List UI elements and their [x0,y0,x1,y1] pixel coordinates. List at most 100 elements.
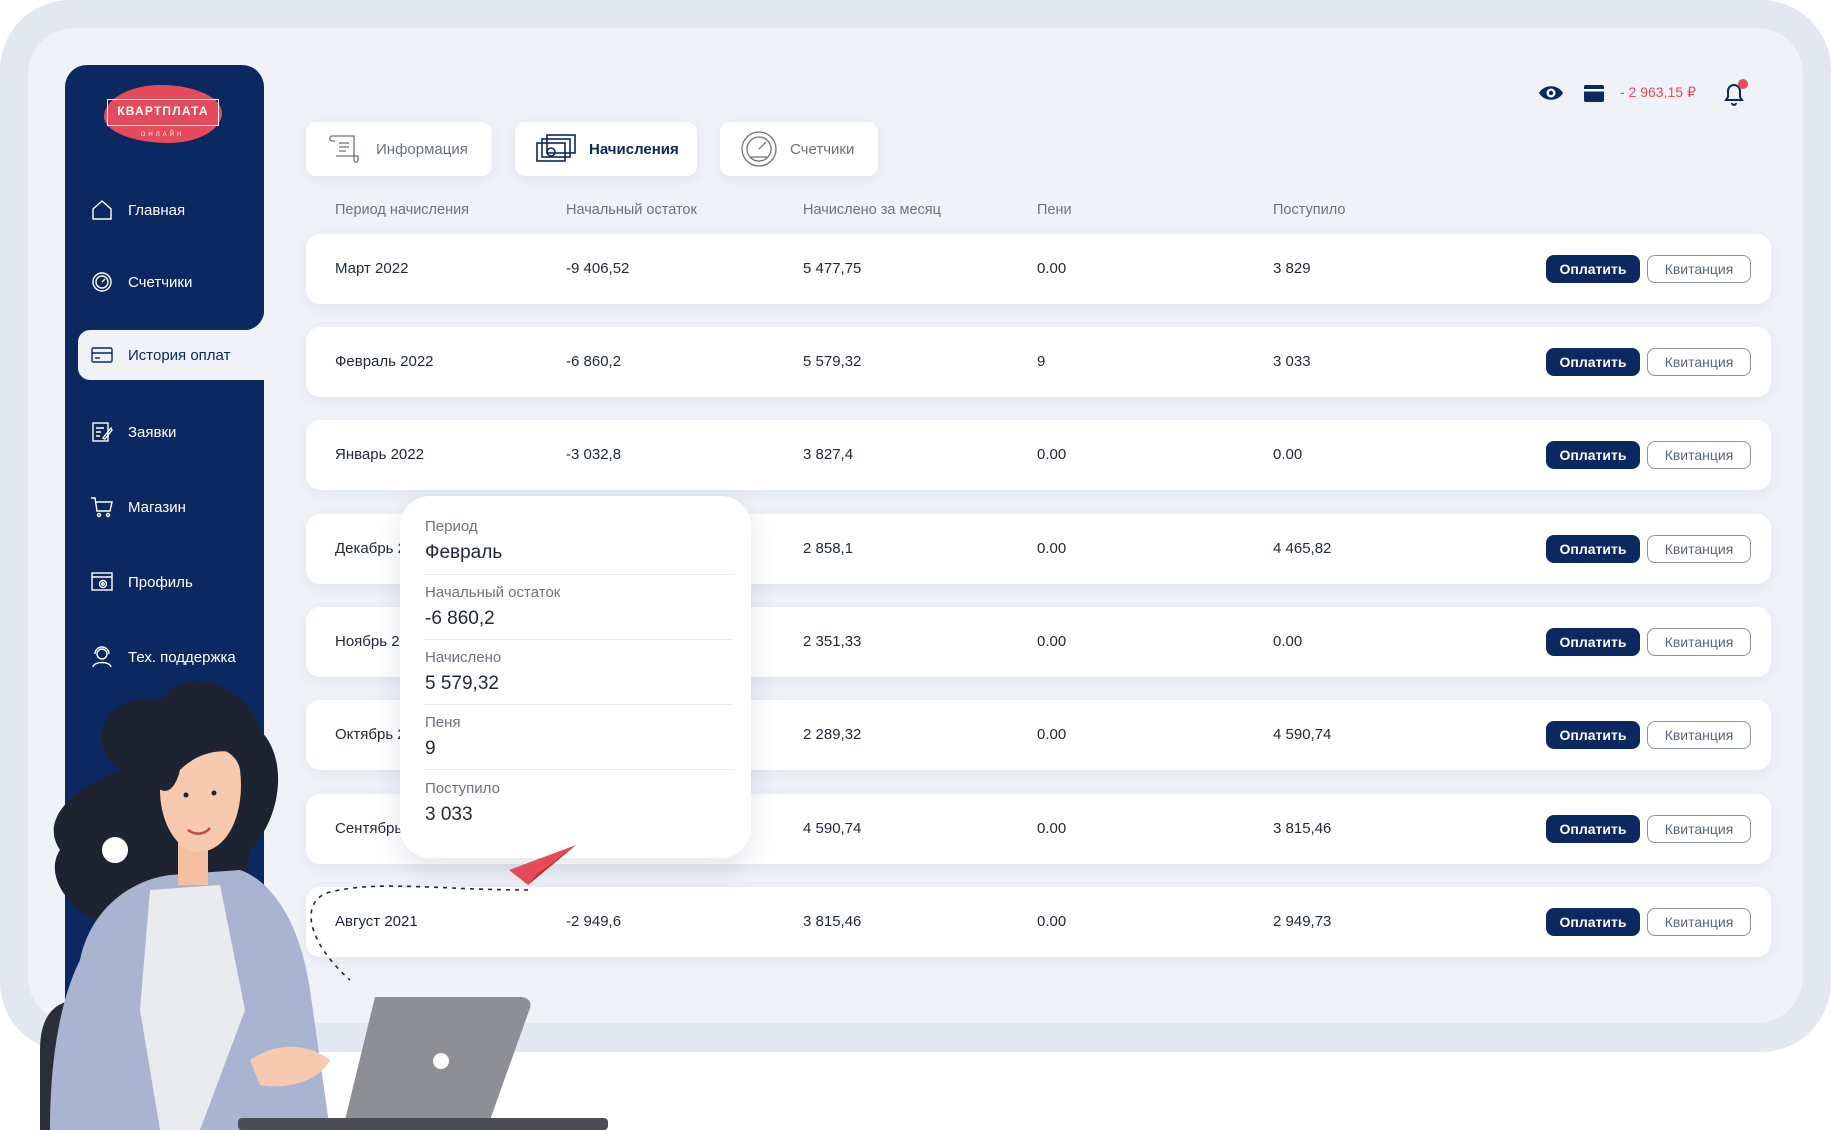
pay-button[interactable]: Оплатить [1546,815,1640,843]
support-agent-icon [92,646,112,668]
cell-received: 3 033 [1273,353,1311,370]
sidebar-item-label: Магазин [128,498,186,516]
money-icon [536,134,576,162]
sidebar-item-label: Тех. поддержка [128,648,236,666]
logo-text: КВАРТПЛАТА [117,104,209,118]
cell-received: 4 465,82 [1273,540,1332,557]
sidebar-item-home[interactable]: Главная [90,195,185,225]
eye-icon[interactable] [1538,82,1564,104]
cell-penalty: 0.00 [1037,913,1067,930]
cell-accrued: 2 351,33 [803,633,862,650]
receipt-button[interactable]: Квитанция [1647,255,1751,283]
cell-period: Декабрь 2 [335,540,406,557]
wallet-icon[interactable] [1583,83,1605,103]
cell-start-balance: -3 032,8 [566,446,622,463]
tab-charges[interactable]: Начисления [515,122,697,176]
gauge-icon [92,272,112,292]
receipt-button[interactable]: Квитанция [1647,628,1751,656]
cell-accrued: 5 477,75 [803,260,862,277]
cell-penalty: 0.00 [1037,726,1067,743]
receipt-button[interactable]: Квитанция [1647,535,1751,563]
tooltip-value-received: 3 033 [425,804,473,825]
cell-received: 0.00 [1273,446,1303,463]
column-header-accrued: Начислено за месяц [803,202,941,218]
cell-penalty: 0.00 [1037,446,1067,463]
pay-button[interactable]: Оплатить [1546,721,1640,749]
scroll-icon [329,135,359,163]
tooltip-divider [425,639,731,640]
cell-period: Сентябрь [335,820,403,837]
tooltip-label-start-balance: Начальный остаток [425,584,561,601]
table-row: Март 2022 -9 406,52 5 477,75 0.00 3 829 … [306,234,1771,304]
cell-accrued: 3 827,4 [803,446,854,463]
cell-penalty: 0.00 [1037,633,1067,650]
receipt-button[interactable]: Квитанция [1647,815,1751,843]
sidebar-item-profile[interactable]: Профиль [90,567,193,597]
cell-period: Октябрь 2 [335,726,406,743]
row-details-tooltip: Период Февраль Начальный остаток -6 860,… [400,496,751,858]
sidebar-item-shop[interactable]: Магазин [90,492,186,522]
cell-received: 3 815,46 [1273,820,1332,837]
cell-received: 0.00 [1273,633,1303,650]
sidebar-item-label: Счетчики [128,273,193,291]
tooltip-label-period: Период [425,518,478,535]
edit-document-icon [92,422,113,442]
pay-button[interactable]: Оплатить [1546,441,1640,469]
cell-period: Январь 2022 [335,446,424,463]
sidebar-item-label: История оплат [128,346,231,364]
receipt-button[interactable]: Квитанция [1647,908,1751,936]
pay-button[interactable]: Оплатить [1546,628,1640,656]
tooltip-label-accrued: Начислено [425,649,502,666]
cell-penalty: 0.00 [1037,260,1067,277]
brand-logo[interactable]: КВАРТПЛАТА ОНЛАЙН [100,85,225,145]
profile-settings-icon [91,572,113,591]
tooltip-value-start-balance: -6 860,2 [425,608,495,629]
pay-button[interactable]: Оплатить [1546,908,1640,936]
cell-period: Март 2022 [335,260,409,277]
column-header-start-balance: Начальный остаток [566,202,697,218]
home-icon [92,200,112,220]
column-header-period: Период начисления [335,202,470,218]
sidebar-item-meters[interactable]: Счетчики [90,267,192,297]
cell-received: 2 949,73 [1273,913,1332,930]
cell-period: Ноябрь 20 [335,633,408,650]
pay-button[interactable]: Оплатить [1546,348,1640,376]
cell-accrued: 3 815,46 [803,913,862,930]
sidebar-item-requests[interactable]: Заявки [90,417,176,447]
sidebar-item-support[interactable]: Тех. поддержка [90,642,236,672]
receipt-button[interactable]: Квитанция [1647,441,1751,469]
tooltip-value-penalty: 9 [425,738,436,759]
table-row: Август 2021 -2 949,6 3 815,46 0.00 2 949… [306,887,1771,957]
card-icon [91,347,113,363]
pay-button[interactable]: Оплатить [1546,255,1640,283]
cell-accrued: 2 858,1 [803,540,854,557]
laptop-base [238,1118,608,1130]
receipt-button[interactable]: Квитанция [1647,348,1751,376]
cell-penalty: 9 [1037,353,1046,370]
tab-label: Начисления [589,140,679,158]
logo-frame: КВАРТПЛАТА [107,99,219,126]
cell-accrued: 4 590,74 [803,820,862,837]
tooltip-divider [425,574,731,575]
column-header-penalty: Пени [1037,202,1072,218]
receipt-button[interactable]: Квитанция [1647,721,1751,749]
meter-icon [741,131,777,167]
cell-accrued: 5 579,32 [803,353,862,370]
cart-icon [91,497,113,518]
tooltip-value-accrued: 5 579,32 [425,673,499,694]
cell-period: Февраль 2022 [335,353,434,370]
cell-penalty: 0.00 [1037,820,1067,837]
tooltip-divider [425,704,731,705]
tooltip-label-received: Поступило [425,780,500,797]
laptop-logo [433,1053,449,1069]
table-row: Январь 2022 -3 032,8 3 827,4 0.00 0.00 О… [306,420,1771,490]
cell-accrued: 2 289,32 [803,726,862,743]
tab-meters[interactable]: Счетчики [720,122,878,176]
pay-button[interactable]: Оплатить [1546,535,1640,563]
sidebar-item-payment-history[interactable]: История оплат [90,340,230,370]
tab-information[interactable]: Информация [306,122,492,176]
table-row: Февраль 2022 -6 860,2 5 579,32 9 3 033 О… [306,327,1771,397]
tab-label: Информация [376,140,468,158]
tooltip-label-penalty: Пеня [425,714,461,731]
tooltip-value-period: Февраль [425,542,503,563]
